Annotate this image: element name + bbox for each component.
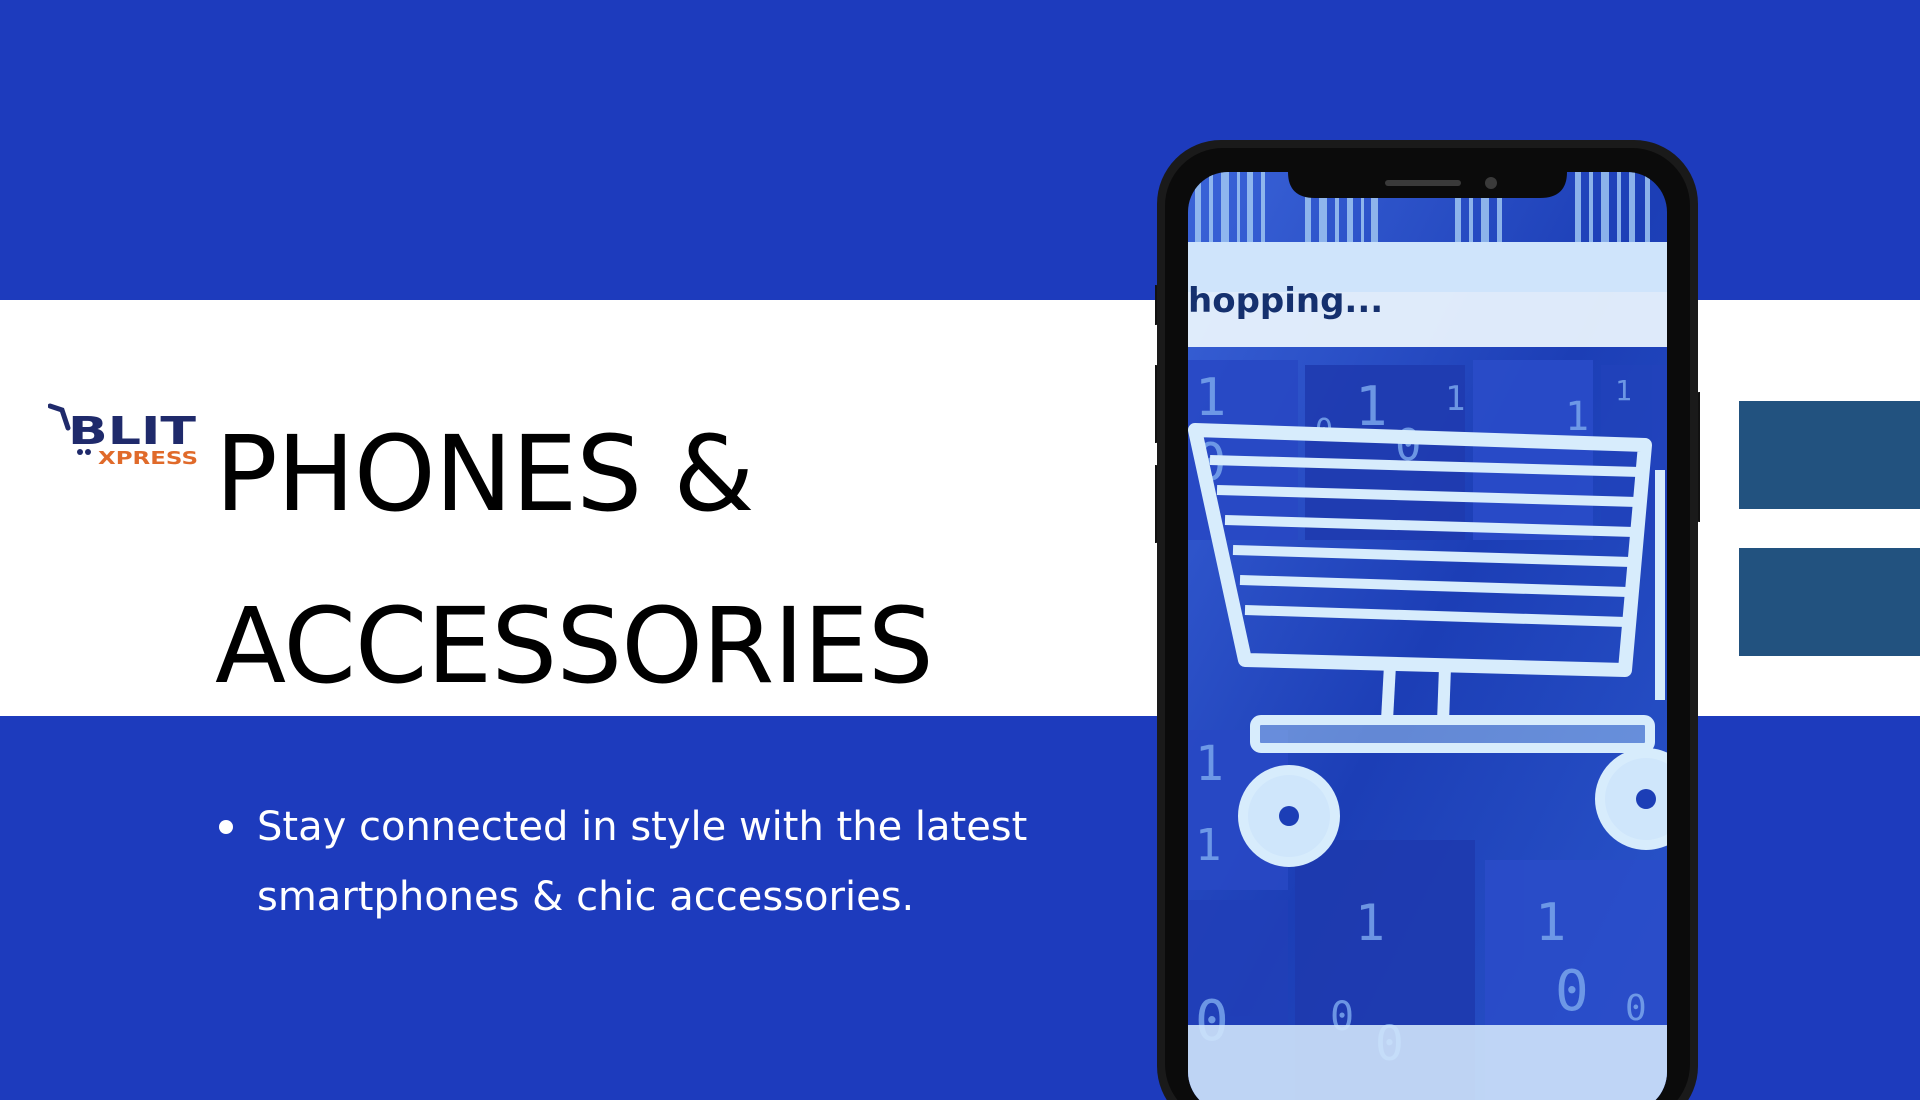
svg-text:1: 1 — [1355, 894, 1385, 952]
title-line-1: PHONES & — [215, 413, 754, 535]
svg-text:0: 0 — [1555, 959, 1589, 1024]
phone-screen: hopping... 1 0 0 1 0 1 1 1 1 1 0 1 0 0 — [1188, 172, 1667, 1100]
bullet-dot-icon — [219, 820, 233, 834]
decorative-block-top — [1739, 401, 1920, 509]
svg-text:0: 0 — [1625, 988, 1647, 1029]
svg-text:1: 1 — [1195, 820, 1222, 871]
blit-xpress-logo: BLIT XPRESS — [48, 403, 198, 469]
svg-text:1: 1 — [1445, 379, 1465, 419]
logo-brand-top: BLIT — [68, 409, 196, 453]
bullet-item: Stay connected in style with the latest … — [215, 792, 1127, 932]
bullet-list: Stay connected in style with the latest … — [215, 792, 1127, 932]
logo-brand-bottom: XPRESS — [98, 448, 198, 469]
decorative-block-bottom — [1739, 548, 1920, 656]
phone-notch — [1288, 160, 1567, 198]
svg-text:1: 1 — [1195, 736, 1224, 792]
svg-text:1: 1 — [1535, 893, 1566, 953]
page-title: PHONES & ACCESSORIES — [215, 388, 934, 732]
smartphone-mockup: hopping... 1 0 0 1 0 1 1 1 1 1 0 1 0 0 — [1155, 140, 1700, 1100]
svg-text:1: 1 — [1565, 394, 1589, 440]
svg-text:1: 1 — [1615, 374, 1632, 407]
screen-banner-text: hopping... — [1188, 281, 1383, 321]
title-line-2: ACCESSORIES — [215, 585, 934, 707]
bullet-line-1: Stay connected in style with the latest — [257, 804, 1028, 850]
bullet-line-2: smartphones & chic accessories. — [257, 874, 915, 920]
front-camera-icon — [1485, 177, 1497, 189]
speaker-grille — [1385, 180, 1461, 186]
svg-text:1: 1 — [1195, 368, 1226, 428]
